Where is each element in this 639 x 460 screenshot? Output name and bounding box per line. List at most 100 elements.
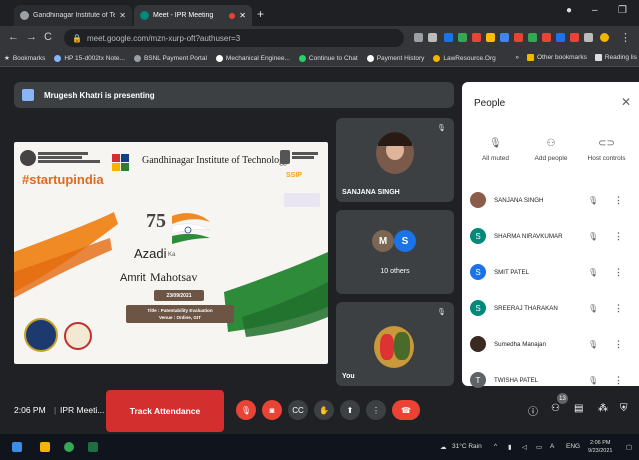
- taskbar-clock[interactable]: 2:06 PM 9/23/2021: [588, 439, 612, 455]
- slide-azadi: Azadi: [134, 246, 167, 261]
- cast-icon[interactable]: [414, 33, 423, 42]
- people-icon[interactable]: ⚇: [551, 403, 560, 414]
- tab-gandhinagar[interactable]: Gandhinagar Institute of Technol ✕: [14, 5, 132, 26]
- extension-icon[interactable]: [458, 33, 467, 42]
- mic-off-icon[interactable]: 🎙: [588, 232, 598, 241]
- add-people-button[interactable]: ⚇ Add people: [524, 138, 579, 162]
- mic-off-icon[interactable]: 🎙: [588, 196, 598, 205]
- extension-icon[interactable]: [472, 33, 481, 42]
- back-icon[interactable]: ←: [8, 31, 19, 43]
- reading-list[interactable]: Reading lis: [594, 54, 637, 61]
- end-call-button[interactable]: ☎: [392, 400, 420, 420]
- avatar: [470, 336, 486, 352]
- more-options-icon[interactable]: ⋮: [614, 231, 623, 242]
- extension-icon[interactable]: [542, 33, 551, 42]
- close-tab-icon[interactable]: ✕: [119, 11, 126, 20]
- camera-off-button[interactable]: ◙: [262, 400, 282, 420]
- more-options-icon[interactable]: ⋮: [614, 195, 623, 206]
- more-options-button[interactable]: ⋮: [366, 400, 386, 420]
- shield-icon[interactable]: ⛨: [620, 403, 628, 414]
- network-icon[interactable]: ▮: [508, 443, 512, 451]
- list-item[interactable]: S SREERAJ THARAKAN 🎙 ⋮: [462, 290, 639, 326]
- info-icon[interactable]: ⓘ: [528, 403, 538, 418]
- extension-icon[interactable]: [500, 33, 509, 42]
- track-attendance-button[interactable]: Track Attendance: [106, 390, 224, 432]
- profile-avatar-icon[interactable]: [600, 33, 609, 42]
- more-options-icon[interactable]: ⋮: [614, 339, 623, 350]
- chat-icon[interactable]: ▤: [574, 403, 583, 414]
- list-item[interactable]: Sumedha Manajan 🎙 ⋮: [462, 326, 639, 362]
- bookmark-item[interactable]: BSNL Payment Portal: [133, 54, 207, 62]
- puzzle-icon[interactable]: [584, 33, 593, 42]
- bookmark-item[interactable]: LawResource.Org: [433, 54, 496, 62]
- address-bar[interactable]: 🔒 meet.google.com/mzn-xurp-oft?authuser=…: [64, 29, 404, 47]
- participant-tile-you[interactable]: 🎙 You: [336, 302, 454, 386]
- weather-icon[interactable]: ☁: [440, 443, 447, 451]
- close-icon[interactable]: ✕: [621, 95, 631, 109]
- volume-icon[interactable]: ◁: [522, 443, 527, 451]
- more-options-icon[interactable]: ⋮: [614, 267, 623, 278]
- presenter-avatar-icon: [22, 89, 34, 101]
- self-avatar: [374, 326, 414, 368]
- ime-icon[interactable]: A: [550, 443, 554, 450]
- more-options-icon[interactable]: ⋮: [614, 303, 623, 314]
- more-options-icon[interactable]: ⋮: [614, 375, 623, 386]
- weather-text[interactable]: 31°C Rain: [452, 443, 482, 450]
- profile-icon[interactable]: ●: [566, 5, 572, 16]
- reload-icon[interactable]: C: [44, 31, 52, 43]
- bookmark-item[interactable]: Continue to Chat: [298, 54, 358, 62]
- maximize-button[interactable]: ❐: [618, 5, 627, 16]
- file-explorer-icon[interactable]: [40, 442, 50, 452]
- mic-off-button[interactable]: 🎙: [236, 400, 256, 420]
- list-item[interactable]: SANJANA SINGH 🎙 ⋮: [462, 182, 639, 218]
- tab-label: Gandhinagar Institute of Technol: [33, 12, 116, 19]
- bookmark-item[interactable]: ★ Bookmarks: [4, 54, 45, 63]
- bookmarks-overflow[interactable]: »: [515, 54, 519, 61]
- bsnl-icon: [133, 54, 141, 62]
- extension-icon[interactable]: [570, 33, 579, 42]
- panel-title: People: [474, 98, 506, 109]
- excel-icon[interactable]: [88, 442, 98, 452]
- law-icon: [433, 54, 441, 62]
- tray-arrow-icon[interactable]: ^: [494, 443, 497, 450]
- windows-start-icon[interactable]: [12, 442, 22, 452]
- bookmark-item[interactable]: Mechanical Enginee...: [215, 54, 290, 62]
- edu-text-block: [292, 151, 324, 160]
- extension-icon[interactable]: [528, 33, 537, 42]
- participant-tile-sanjana[interactable]: 🎙 SANJANA SINGH: [336, 118, 454, 202]
- forward-icon[interactable]: →: [26, 31, 37, 43]
- extension-icon[interactable]: [514, 33, 523, 42]
- extension-icon[interactable]: [444, 33, 453, 42]
- git-logo-icon: [112, 154, 134, 172]
- extension-icon[interactable]: [486, 33, 495, 42]
- captions-button[interactable]: CC: [288, 400, 308, 420]
- notifications-icon[interactable]: ▢: [626, 443, 632, 451]
- tab-meet[interactable]: Meet - IPR Meeting ✕: [134, 5, 252, 26]
- language-indicator[interactable]: ENG: [566, 443, 580, 450]
- new-tab-button[interactable]: +: [257, 7, 264, 21]
- menu-icon[interactable]: ⋮: [620, 31, 631, 44]
- participant-tile-others[interactable]: M S 10 others: [336, 210, 454, 294]
- close-tab-icon[interactable]: ✕: [239, 11, 246, 20]
- mic-off-icon[interactable]: 🎙: [588, 268, 598, 277]
- mic-off-icon[interactable]: 🎙: [588, 304, 598, 313]
- emblem-icon: [20, 150, 36, 166]
- list-item[interactable]: S SMIT PATEL 🎙 ⋮: [462, 254, 639, 290]
- mic-off-icon[interactable]: 🎙: [588, 340, 598, 349]
- mic-off-icon[interactable]: 🎙: [588, 376, 598, 385]
- extension-icon[interactable]: [556, 33, 565, 42]
- minimize-button[interactable]: –: [592, 5, 598, 16]
- slide-venue-line: Venue : Online, GIT: [158, 315, 202, 320]
- other-bookmarks[interactable]: Other bookmarks: [526, 54, 587, 61]
- battery-icon[interactable]: ▭: [536, 443, 542, 451]
- bookmark-item[interactable]: HP 15-d002tx Note...: [54, 54, 125, 62]
- bookmark-item[interactable]: Payment History: [366, 54, 424, 62]
- present-button[interactable]: ⬆: [340, 400, 360, 420]
- list-item[interactable]: S SHARMA NIRAVKUMAR 🎙 ⋮: [462, 218, 639, 254]
- chrome-icon[interactable]: [64, 442, 74, 452]
- activities-icon[interactable]: ⁂: [598, 403, 608, 414]
- host-controls-button[interactable]: ⊂⊃ Host controls: [579, 138, 634, 162]
- star-icon[interactable]: [428, 33, 437, 42]
- raise-hand-button[interactable]: ✋: [314, 400, 334, 420]
- all-muted-button[interactable]: 🎙 All muted: [468, 138, 523, 162]
